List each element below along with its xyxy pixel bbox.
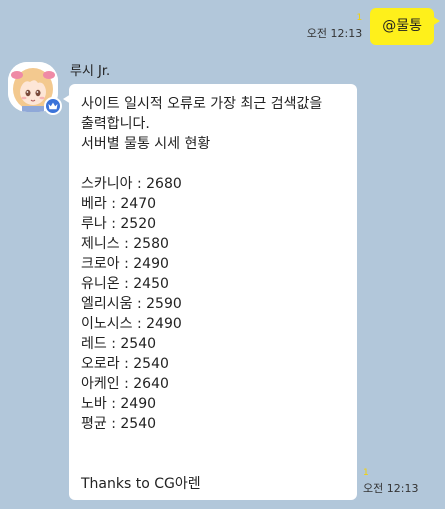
price-line: 노바 : 2490 bbox=[81, 396, 157, 412]
incoming-unread-count: 1 bbox=[363, 468, 369, 478]
average-price-line: 평균 : 2540 bbox=[81, 416, 157, 432]
price-line: 스카니아 : 2680 bbox=[81, 176, 182, 192]
outgoing-time: 오전 12:13 bbox=[306, 27, 363, 40]
outgoing-meta: 1 오전 12:13 bbox=[307, 13, 362, 41]
message-notice-line: 사이트 일시적 오류로 가장 최근 검색값을 출력합니다. bbox=[81, 96, 323, 132]
price-line: 레드 : 2540 bbox=[81, 336, 157, 352]
price-line: 유니온 : 2450 bbox=[81, 276, 169, 292]
price-line: 베라 : 2470 bbox=[81, 196, 157, 212]
price-line: 오로라 : 2540 bbox=[81, 356, 169, 372]
outgoing-unread-count: 1 bbox=[356, 13, 363, 23]
price-line: 크로아 : 2490 bbox=[81, 256, 169, 272]
message-heading-line: 서버별 물통 시세 현황 bbox=[81, 136, 211, 152]
price-line: 아케인 : 2640 bbox=[81, 376, 169, 392]
outgoing-message-row: 1 오전 12:13 @물통 bbox=[307, 8, 440, 45]
sender-name: 루시 Jr. bbox=[70, 64, 111, 79]
outgoing-message-bubble[interactable]: @물통 bbox=[370, 8, 440, 45]
crown-badge-icon bbox=[44, 97, 62, 115]
price-line: 이노시스 : 2490 bbox=[81, 316, 182, 332]
sender-avatar[interactable] bbox=[8, 62, 62, 115]
message-footer-line: Thanks to CG아렌 bbox=[81, 476, 201, 492]
incoming-meta: 1 오전 12:13 bbox=[363, 468, 418, 496]
incoming-time: 오전 12:13 bbox=[363, 482, 419, 495]
chat-room: 1 오전 12:13 @물통 루시 Jr. 사이트 일시적 오류로 가장 최근 … bbox=[0, 0, 445, 509]
incoming-message-bubble[interactable]: 사이트 일시적 오류로 가장 최근 검색값을 출력합니다. 서버별 물통 시세 … bbox=[63, 84, 357, 500]
price-line: 루나 : 2520 bbox=[81, 216, 157, 232]
price-line: 엘리시움 : 2590 bbox=[81, 296, 182, 312]
price-line: 제니스 : 2580 bbox=[81, 236, 169, 252]
outgoing-message-text: @물통 bbox=[382, 18, 422, 34]
